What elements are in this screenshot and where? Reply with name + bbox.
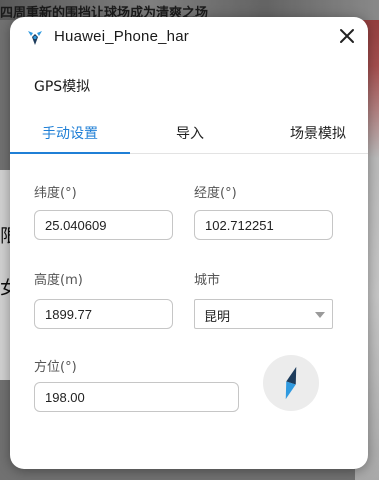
tab-import[interactable]: 导入	[130, 123, 250, 143]
city-label: 城市	[194, 273, 221, 288]
longitude-label: 经度(°)	[194, 186, 237, 201]
longitude-input[interactable]	[194, 210, 333, 240]
gps-simulation-dialog: Huawei_Phone_har GPS模拟 手动设置 导入 场景模拟 纬度(°…	[10, 17, 368, 469]
city-select[interactable]: 昆明	[194, 299, 333, 329]
section-title: GPS模拟	[34, 79, 91, 95]
dialog-titlebar: Huawei_Phone_har	[10, 17, 368, 57]
bearing-input[interactable]	[34, 382, 239, 412]
huawei-app-icon	[28, 31, 42, 45]
tab-scenario-simulation[interactable]: 场景模拟	[268, 123, 368, 143]
bearing-label: 方位(°)	[34, 360, 77, 375]
close-icon[interactable]	[336, 25, 358, 47]
chevron-down-icon	[315, 312, 325, 318]
latitude-input[interactable]	[34, 210, 173, 240]
city-select-value: 昆明	[204, 310, 231, 325]
dialog-title: Huawei_Phone_har	[54, 28, 189, 45]
latitude-label: 纬度(°)	[34, 186, 77, 201]
tab-manual-settings[interactable]: 手动设置	[10, 123, 130, 143]
compass-dial[interactable]	[263, 355, 319, 411]
compass-icon	[285, 366, 297, 400]
altitude-input[interactable]	[34, 299, 173, 329]
altitude-label: 高度(m)	[34, 273, 83, 288]
tab-bar: 手动设置 导入 场景模拟	[10, 117, 368, 154]
active-tab-indicator	[10, 152, 130, 154]
